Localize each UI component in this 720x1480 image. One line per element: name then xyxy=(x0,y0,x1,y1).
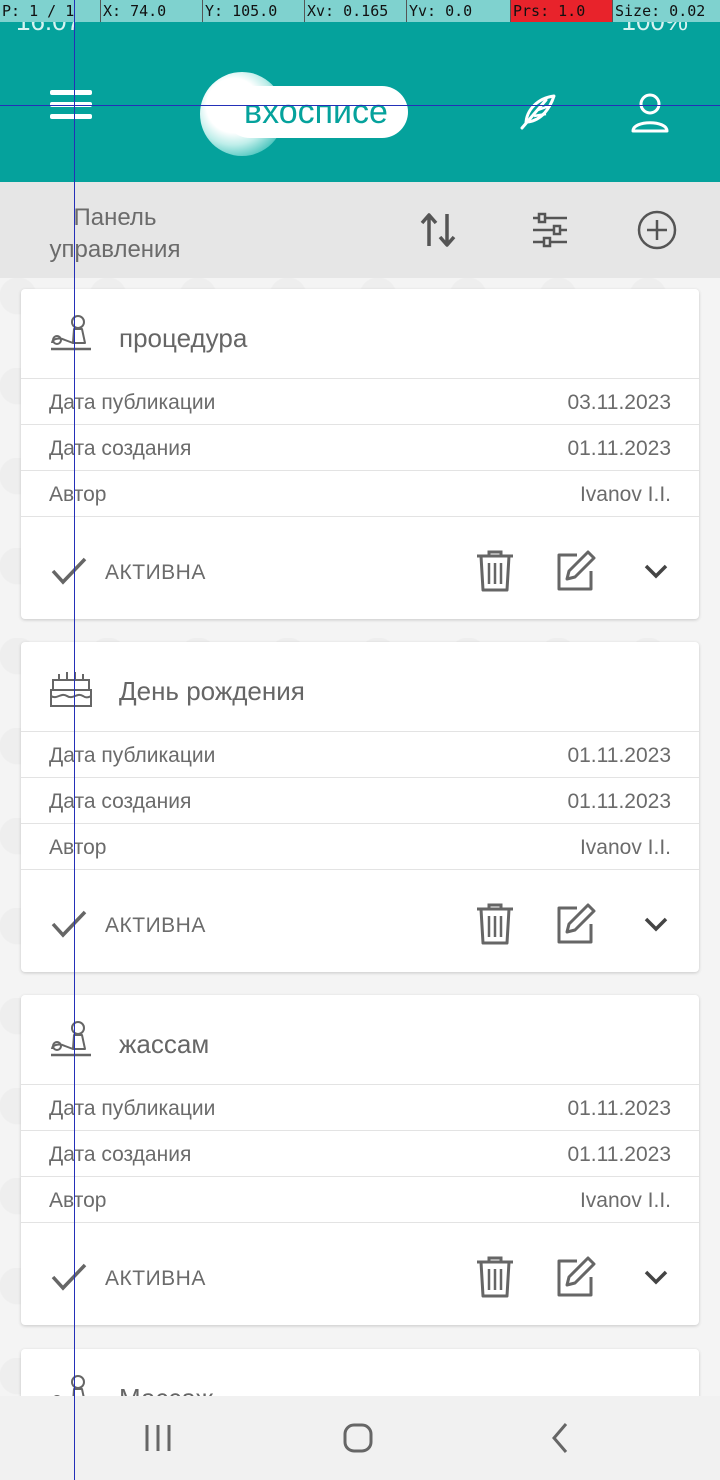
debug-size: Size: 0.02 xyxy=(612,0,720,22)
table-row: Автор Ivanov I.I. xyxy=(21,824,699,870)
row-label: Автор xyxy=(49,836,107,859)
table-row: Автор Ivanov I.I. xyxy=(21,1177,699,1223)
feather-icon[interactable] xyxy=(516,90,560,134)
check-icon xyxy=(51,557,87,585)
edit-icon[interactable] xyxy=(553,1255,597,1299)
card-header: День рождения xyxy=(21,642,699,732)
back-icon[interactable] xyxy=(540,1418,580,1458)
edit-icon[interactable] xyxy=(553,902,597,946)
list-item[interactable]: Массаж xyxy=(21,1349,699,1396)
add-icon[interactable] xyxy=(637,210,677,250)
pointer-debug-overlay: P: 1 / 1 X: 74.0 Y: 105.0 Xv: 0.165 Yv: … xyxy=(0,0,720,22)
trash-icon[interactable] xyxy=(473,549,517,593)
debug-pointer: P: 1 / 1 xyxy=(2,2,75,20)
app-logo: вхосписе xyxy=(200,72,410,156)
birthday-cake-icon xyxy=(50,672,92,707)
card-footer: АКТИВНА xyxy=(21,1223,699,1325)
list-item[interactable]: жассам Дата публикации 01.11.2023 Дата с… xyxy=(21,995,699,1325)
row-value: 01.11.2023 xyxy=(567,744,671,767)
home-icon[interactable] xyxy=(338,1418,378,1458)
debug-x: X: 74.0 xyxy=(100,0,202,22)
row-value: 01.11.2023 xyxy=(567,1143,671,1166)
chevron-down-icon[interactable] xyxy=(641,1265,671,1289)
table-row: Дата публикации 03.11.2023 xyxy=(21,379,699,425)
page-title: Панель управления xyxy=(49,204,181,263)
pointer-crosshair-horizontal xyxy=(0,105,720,106)
system-nav-bar xyxy=(0,1396,720,1480)
card-title: Массаж xyxy=(119,1383,213,1396)
card-title: День рождения xyxy=(119,676,305,706)
card-header: процедура xyxy=(21,289,699,379)
control-panel-toolbar: Панель управления xyxy=(0,182,720,278)
card-title: жассам xyxy=(119,1029,210,1059)
table-row: Дата создания 01.11.2023 xyxy=(21,425,699,471)
filter-icon[interactable] xyxy=(530,210,570,250)
pointer-crosshair-vertical xyxy=(74,0,75,1480)
list-item[interactable]: День рождения Дата публикации 01.11.2023… xyxy=(21,642,699,972)
status-badge: АКТИВНА xyxy=(105,561,206,584)
row-value: 01.11.2023 xyxy=(567,790,671,813)
massage-icon xyxy=(51,315,91,351)
check-icon xyxy=(51,910,87,938)
recent-apps-icon[interactable] xyxy=(138,1418,178,1458)
debug-prs: Prs: 1.0 xyxy=(510,0,612,22)
app-header: вхосписе xyxy=(0,44,720,182)
row-value: 01.11.2023 xyxy=(567,437,671,460)
row-value: Ivanov I.I. xyxy=(579,483,671,506)
status-badge: АКТИВНА xyxy=(105,914,206,937)
chevron-down-icon[interactable] xyxy=(641,912,671,936)
row-value: Ivanov I.I. xyxy=(579,836,671,859)
card-header: Массаж xyxy=(21,1349,699,1396)
logo-text: вхосписе xyxy=(224,86,408,138)
chevron-down-icon[interactable] xyxy=(641,559,671,583)
row-label: Дата создания xyxy=(49,790,192,813)
row-label: Дата создания xyxy=(49,1143,192,1166)
trash-icon[interactable] xyxy=(473,902,517,946)
table-row: Дата создания 01.11.2023 xyxy=(21,1131,699,1177)
notifications-list[interactable]: процедура Дата публикации 03.11.2023 Дат… xyxy=(0,278,720,1396)
debug-xv: Xv: 0.165 xyxy=(304,0,406,22)
row-label: Дата создания xyxy=(49,437,192,460)
check-icon xyxy=(51,1263,87,1291)
row-value: Ivanov I.I. xyxy=(579,1189,671,1212)
table-row: Автор Ivanov I.I. xyxy=(21,471,699,517)
table-row: Дата публикации 01.11.2023 xyxy=(21,1085,699,1131)
row-value: 03.11.2023 xyxy=(567,391,671,414)
debug-y: Y: 105.0 xyxy=(202,0,304,22)
table-row: Дата создания 01.11.2023 xyxy=(21,778,699,824)
trash-icon[interactable] xyxy=(473,1255,517,1299)
massage-icon xyxy=(54,1375,85,1396)
card-header: жассам xyxy=(21,995,699,1085)
table-row: Дата публикации 01.11.2023 xyxy=(21,732,699,778)
list-item[interactable]: процедура Дата публикации 03.11.2023 Дат… xyxy=(21,289,699,619)
card-title: процедура xyxy=(119,323,248,353)
row-label: Автор xyxy=(49,483,107,506)
card-footer: АКТИВНА xyxy=(21,870,699,972)
status-badge: АКТИВНА xyxy=(105,1267,206,1290)
debug-yv: Yv: 0.0 xyxy=(406,0,510,22)
edit-icon[interactable] xyxy=(553,549,597,593)
row-value: 01.11.2023 xyxy=(567,1097,671,1120)
card-footer: АКТИВНА xyxy=(21,517,699,619)
row-label: Автор xyxy=(49,1189,107,1212)
user-icon[interactable] xyxy=(630,92,670,134)
menu-icon[interactable] xyxy=(50,90,92,128)
massage-icon xyxy=(51,1021,91,1057)
sort-icon[interactable] xyxy=(418,210,458,250)
